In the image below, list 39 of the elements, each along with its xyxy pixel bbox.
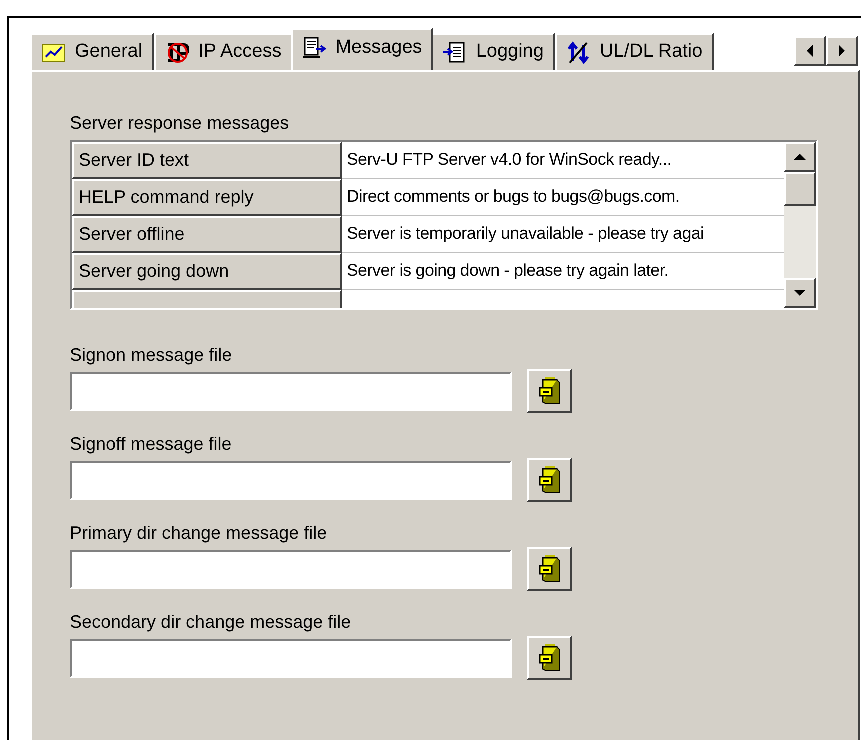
message-document-icon [302, 36, 328, 60]
tab[interactable]: General [30, 33, 154, 70]
field-label: Secondary dir change message file [70, 611, 352, 633]
down-arrow-icon [794, 289, 806, 297]
right-arrow-icon [838, 45, 846, 57]
scroll-left-button[interactable] [794, 36, 826, 66]
field-label: Signon message file [70, 344, 234, 366]
field-label: Signoff message file [70, 433, 233, 455]
row-header: Server ID text [72, 142, 342, 179]
scroll-right-button[interactable] [826, 36, 858, 66]
tab[interactable]: UL/DL Ratio [554, 33, 714, 70]
table-cell-text: Direct comments or bugs to bugs@bugs.com. [346, 186, 681, 208]
file-cabinet-icon [536, 465, 562, 495]
browse-button[interactable] [527, 636, 572, 680]
table-cell-text: Server is temporarily unavailable - please try agai [346, 223, 705, 246]
table-cell-text: Server is going down - please try again later. [346, 260, 670, 282]
up-arrow-icon [794, 153, 806, 161]
browse-button[interactable] [527, 547, 572, 591]
file-cabinet-icon [536, 376, 562, 406]
up-down-arrows-icon [566, 40, 592, 64]
section-label: Server response messages [70, 112, 290, 134]
input-field[interactable] [70, 372, 512, 410]
tab[interactable]: IP Access [154, 33, 293, 70]
row-header: Server offline [72, 216, 342, 253]
scrollbar-thumb[interactable] [784, 172, 816, 206]
left-arrow-icon [806, 45, 814, 57]
input-field[interactable] [70, 638, 512, 678]
tab[interactable]: Logging [431, 33, 555, 70]
row-header: Server going down [72, 253, 342, 290]
browse-button[interactable] [527, 458, 572, 502]
file-cabinet-icon [536, 643, 562, 673]
table-cell-text: Serv-U FTP Server v4.0 for WinSock ready... [346, 149, 673, 172]
row-header: HELP command reply [72, 179, 342, 216]
tab[interactable]: Messages [290, 28, 434, 70]
file-cabinet-icon [536, 554, 562, 584]
input-field[interactable] [70, 550, 512, 588]
field-label: Primary dir change message file [70, 522, 328, 544]
input-field[interactable] [70, 460, 512, 500]
browse-button[interactable] [527, 369, 572, 413]
